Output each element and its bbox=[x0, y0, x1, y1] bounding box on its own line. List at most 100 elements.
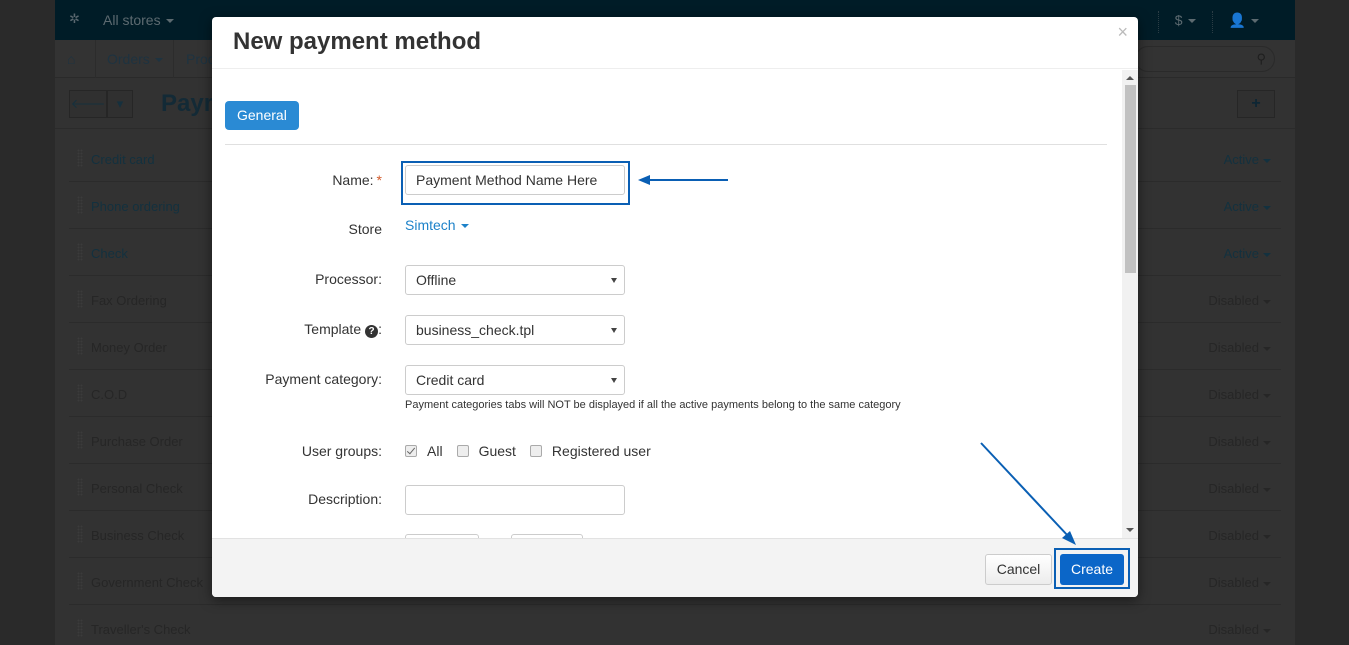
checkbox-registered-user-label[interactable]: Registered user bbox=[552, 443, 651, 459]
payment-method-name[interactable]: Purchase Order bbox=[91, 434, 183, 449]
store-dropdown[interactable]: Simtech bbox=[405, 217, 469, 233]
new-payment-method-dialog: New payment method × General Name: * Paym… bbox=[212, 17, 1138, 597]
status-label: Disabled bbox=[1208, 434, 1259, 449]
store-selector[interactable]: All stores bbox=[103, 12, 174, 28]
processor-label: Processor: bbox=[315, 271, 382, 287]
dialog-scrollbar[interactable] bbox=[1122, 70, 1138, 538]
payment-method-name[interactable]: Credit card bbox=[91, 152, 155, 167]
right-gutter bbox=[1295, 0, 1349, 645]
payment-method-name[interactable]: Business Check bbox=[91, 528, 184, 543]
status-label: Disabled bbox=[1208, 340, 1259, 355]
search-input[interactable]: ⚲ bbox=[1135, 46, 1275, 72]
template-row: Template?: business_check.tpl bbox=[212, 315, 1112, 345]
description-input[interactable] bbox=[405, 485, 625, 515]
payment-method-name[interactable]: Phone ordering bbox=[91, 199, 180, 214]
history-dropdown-button[interactable]: ▾ bbox=[107, 90, 133, 118]
checkbox-guest[interactable] bbox=[456, 445, 469, 457]
description-label: Description: bbox=[308, 491, 382, 507]
chevron-down-icon bbox=[1263, 628, 1271, 633]
checkbox-guest-label[interactable]: Guest bbox=[479, 443, 516, 459]
status-dropdown[interactable]: Active bbox=[1224, 199, 1271, 214]
drag-handle-icon[interactable] bbox=[77, 149, 83, 167]
nav-orders-label: Orders bbox=[107, 51, 150, 67]
template-label-suffix: : bbox=[378, 321, 382, 337]
status-label: Disabled bbox=[1208, 293, 1259, 308]
close-icon[interactable]: × bbox=[1117, 23, 1128, 41]
drag-handle-icon[interactable] bbox=[77, 384, 83, 402]
checkbox-all[interactable] bbox=[405, 445, 417, 457]
status-dropdown[interactable]: Active bbox=[1224, 152, 1271, 167]
payment-method-name[interactable]: Check bbox=[91, 246, 128, 261]
cancel-button[interactable]: Cancel bbox=[985, 554, 1052, 585]
name-input[interactable]: Payment Method Name Here bbox=[405, 165, 625, 195]
top-right-menus: $ 👤 bbox=[1157, 11, 1275, 33]
currency-menu[interactable]: $ bbox=[1157, 11, 1212, 33]
payment-category-label: Payment category: bbox=[265, 371, 382, 387]
chevron-down-icon bbox=[460, 224, 469, 229]
status-dropdown[interactable]: Active bbox=[1224, 246, 1271, 261]
back-button[interactable]: 🡐 bbox=[69, 90, 107, 118]
drag-handle-icon[interactable] bbox=[77, 431, 83, 449]
status-dropdown[interactable]: Disabled bbox=[1208, 622, 1271, 637]
drag-handle-icon[interactable] bbox=[77, 337, 83, 355]
payment-category-value: Credit card bbox=[416, 372, 485, 388]
chevron-down-icon bbox=[611, 378, 617, 383]
store-value: Simtech bbox=[405, 217, 456, 233]
chevron-down-icon bbox=[1263, 252, 1271, 257]
description-row: Description: bbox=[212, 485, 1112, 515]
nav-products[interactable]: Proc bbox=[186, 51, 215, 67]
payment-method-name[interactable]: Money Order bbox=[91, 340, 167, 355]
dialog-header: New payment method × bbox=[212, 17, 1138, 69]
drag-handle-icon[interactable] bbox=[77, 478, 83, 496]
chevron-down-icon bbox=[1263, 393, 1271, 398]
user-groups-row: User groups: All Guest Registered user bbox=[212, 441, 1112, 465]
tab-general[interactable]: General bbox=[225, 101, 299, 130]
payment-category-row: Payment category: Credit card Payment ca… bbox=[212, 365, 1112, 415]
template-label-text: Template bbox=[304, 321, 362, 337]
add-payment-button[interactable]: + bbox=[1237, 90, 1275, 118]
drag-handle-icon[interactable] bbox=[77, 196, 83, 214]
checkbox-all-label[interactable]: All bbox=[427, 443, 443, 459]
checkbox-registered-user[interactable] bbox=[529, 445, 542, 457]
drag-handle-icon[interactable] bbox=[77, 619, 83, 637]
payment-category-select[interactable]: Credit card bbox=[405, 365, 625, 395]
name-label: Name: * bbox=[332, 172, 382, 188]
tab-divider bbox=[225, 144, 1107, 145]
nav-orders[interactable]: Orders bbox=[107, 51, 163, 67]
payment-method-name[interactable]: Traveller's Check bbox=[91, 622, 191, 637]
drag-handle-icon[interactable] bbox=[77, 243, 83, 261]
required-mark: * bbox=[376, 172, 382, 188]
drag-handle-icon[interactable] bbox=[77, 290, 83, 308]
chevron-down-icon bbox=[1263, 440, 1271, 445]
status-dropdown[interactable]: Disabled bbox=[1208, 387, 1271, 402]
chevron-down-icon bbox=[1263, 581, 1271, 586]
drag-handle-icon[interactable] bbox=[77, 525, 83, 543]
status-dropdown[interactable]: Disabled bbox=[1208, 434, 1271, 449]
user-menu[interactable]: 👤 bbox=[1211, 11, 1275, 33]
chevron-down-icon bbox=[1263, 487, 1271, 492]
status-dropdown[interactable]: Disabled bbox=[1208, 340, 1271, 355]
status-dropdown[interactable]: Disabled bbox=[1208, 481, 1271, 496]
status-dropdown[interactable]: Disabled bbox=[1208, 528, 1271, 543]
processor-select[interactable]: Offline bbox=[405, 265, 625, 295]
scrollbar-thumb[interactable] bbox=[1125, 85, 1136, 273]
processor-value: Offline bbox=[416, 272, 457, 288]
chevron-down-icon bbox=[1263, 158, 1271, 163]
payment-method-name[interactable]: Government Check bbox=[91, 575, 203, 590]
status-dropdown[interactable]: Disabled bbox=[1208, 575, 1271, 590]
payment-method-name[interactable]: C.O.D bbox=[91, 387, 127, 402]
scroll-down-icon[interactable] bbox=[1126, 528, 1134, 532]
payment-method-name[interactable]: Personal Check bbox=[91, 481, 183, 496]
home-icon[interactable]: ⌂ bbox=[67, 51, 83, 67]
help-icon[interactable]: ? bbox=[365, 325, 379, 338]
nav-divider bbox=[173, 40, 174, 78]
drag-handle-icon[interactable] bbox=[77, 572, 83, 590]
payment-category-hint: Payment categories tabs will NOT be disp… bbox=[405, 399, 901, 411]
template-select[interactable]: business_check.tpl bbox=[405, 315, 625, 345]
store-label: Store bbox=[348, 221, 382, 237]
scroll-up-icon[interactable] bbox=[1126, 76, 1134, 80]
payment-method-name[interactable]: Fax Ordering bbox=[91, 293, 167, 308]
create-button[interactable]: Create bbox=[1060, 554, 1124, 585]
chevron-down-icon bbox=[1263, 299, 1271, 304]
status-dropdown[interactable]: Disabled bbox=[1208, 293, 1271, 308]
